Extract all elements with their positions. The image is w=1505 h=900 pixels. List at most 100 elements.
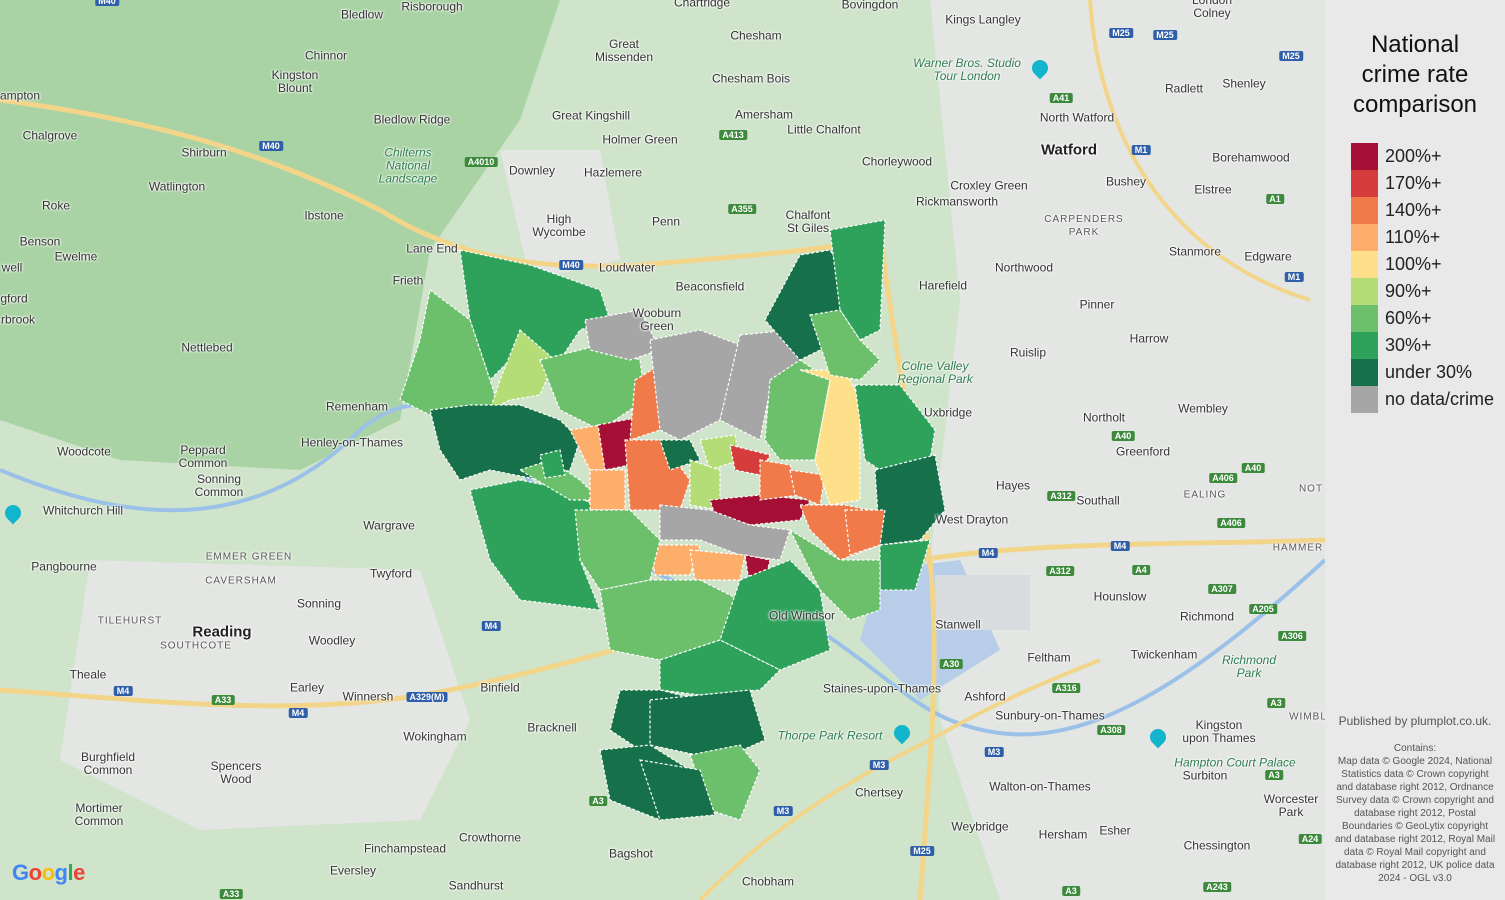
google-logo: Google	[12, 860, 85, 885]
place-label: Chartridge	[673, 0, 731, 10]
road-shield: M4	[288, 708, 308, 718]
place-label: Theale	[69, 667, 107, 682]
place-label: Ruislip	[1009, 345, 1047, 360]
road-shield: A24	[1298, 834, 1322, 844]
place-label: Staines-upon-Thames	[822, 681, 942, 696]
place-label: Burghfield Common	[80, 750, 136, 777]
map-area[interactable]: Bledlow Risborough Chartridge Bovingdon King…	[0, 0, 1325, 900]
road-shield: M25	[910, 846, 934, 856]
place-label: Chinnor	[304, 48, 348, 63]
road-shield: M1	[1284, 272, 1304, 282]
place-label: Edgware	[1244, 249, 1292, 264]
legend-item: 200%+	[1351, 143, 1442, 170]
place-label: Peppard Common	[178, 443, 228, 470]
road-shield: A243	[1203, 882, 1231, 892]
place-label: Hounslow	[1093, 589, 1147, 604]
place-label: Mortimer Common	[74, 801, 124, 828]
road-shield: M25	[1109, 28, 1133, 38]
legend-swatch	[1351, 224, 1378, 251]
place-label: Beaconsfield	[675, 279, 745, 294]
road-shield: A406	[1209, 473, 1237, 483]
place-label: Chessington	[1183, 838, 1251, 853]
place-label: Elstree	[1194, 182, 1232, 197]
road-shield: M4	[113, 686, 133, 696]
place-label: Chesham Bois	[711, 71, 791, 86]
legend-item: under 30%	[1351, 359, 1472, 386]
place-label: NOT	[1298, 483, 1324, 495]
road-shield: A1	[1266, 194, 1284, 204]
place-label: London Colney	[1191, 0, 1233, 20]
place-label: Chertsey	[854, 785, 904, 800]
place-label: Harefield	[918, 278, 968, 293]
region-110-plus	[589, 469, 626, 511]
place-label: gford	[0, 291, 28, 306]
place-label: HAMMER	[1272, 542, 1324, 554]
place-label: Feltham	[1027, 650, 1071, 665]
place-label: High Wycombe	[532, 212, 586, 239]
legend-swatch	[1351, 359, 1378, 386]
place-label: Hersham	[1038, 827, 1088, 842]
legend-label: 200%+	[1385, 146, 1442, 166]
place-label: Sandhurst	[448, 878, 504, 893]
legend-label: 90%+	[1385, 281, 1432, 301]
place-label: EMMER GREEN	[205, 551, 293, 563]
place-label: Bracknell	[527, 720, 577, 735]
legend-item: 30%+	[1351, 332, 1432, 359]
place-label: Pangbourne	[31, 559, 97, 574]
place-label: Ibstone	[304, 208, 344, 223]
road-shield: A307	[1208, 584, 1236, 594]
road-shield: M40	[95, 0, 119, 6]
place-label: Downley	[508, 163, 556, 178]
place-label: Great Missenden	[594, 37, 654, 64]
place-label: Surbiton	[1182, 768, 1228, 783]
place-label: Northwood	[994, 260, 1054, 275]
legend-label: 30%+	[1385, 335, 1432, 355]
road-shield: A306	[1278, 631, 1306, 641]
region-110-plus	[689, 549, 746, 581]
place-label: Worcester Park	[1263, 792, 1319, 819]
road-shield: M4	[1110, 541, 1130, 551]
road-shield: M40	[559, 260, 583, 270]
place-label: Wokingham	[403, 729, 467, 744]
place-label: Twickenham	[1130, 647, 1198, 662]
road-shield: M40	[259, 141, 283, 151]
place-label: Chobham	[741, 874, 795, 889]
legend-swatch	[1351, 332, 1378, 359]
legend-swatch	[1351, 197, 1378, 224]
place-label: Stanmore	[1168, 244, 1222, 259]
place-label: SOUTHCOTE	[160, 640, 232, 652]
legend-label: no data/crime	[1385, 389, 1495, 409]
road-shield: A3	[1267, 698, 1285, 708]
legend-item: 140%+	[1351, 197, 1442, 224]
place-label: Whitchurch Hill	[42, 503, 124, 518]
legend-label: 100%+	[1385, 254, 1442, 274]
place-label: Chalfont St Giles	[785, 208, 831, 235]
legend-item: 170%+	[1351, 170, 1442, 197]
place-label: Pinner	[1079, 297, 1115, 312]
place-label: Croxley Green	[950, 178, 1028, 193]
place-label: Wembley	[1178, 401, 1228, 416]
place-label: Kingston Blount	[271, 68, 319, 95]
legend-label: 170%+	[1385, 173, 1442, 193]
place-label: Uxbridge	[923, 405, 973, 420]
road-shield: M3	[984, 747, 1004, 757]
place-label: Risborough	[401, 0, 463, 14]
road-shield: A33	[211, 695, 235, 705]
place-label: Roke	[41, 198, 71, 213]
road-shield: A355	[728, 204, 756, 214]
legend-item: 110%+	[1351, 224, 1440, 251]
place-label: Watford	[1040, 141, 1098, 159]
place-label: Woodcote	[57, 444, 111, 459]
road-shield: A406	[1217, 518, 1245, 528]
place-label: Colne Valley Regional Park	[897, 359, 973, 386]
place-label: Richmond	[1179, 609, 1235, 624]
place-label: Ewelme	[54, 249, 98, 264]
place-label: Lane End	[406, 241, 458, 256]
place-label: Radlett	[1164, 81, 1204, 96]
place-label: Remenham	[325, 399, 389, 414]
legend-swatch	[1351, 143, 1378, 170]
road-shield: A3	[1265, 770, 1283, 780]
road-shield: A40	[1241, 463, 1265, 473]
place-label: Chilterns National Landscape	[378, 145, 438, 186]
place-label: Chalgrove	[22, 128, 78, 143]
